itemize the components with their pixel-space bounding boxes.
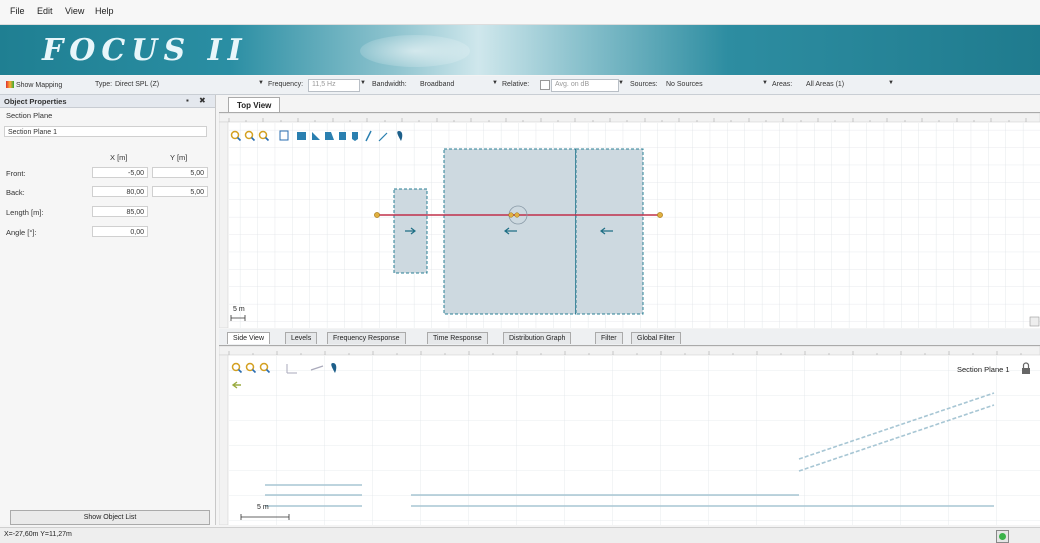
front-label: Front: bbox=[6, 169, 26, 178]
panel-header: Object Properties ▪ ✖ bbox=[0, 95, 215, 108]
mapping-toolbar: Show Mapping Type: Direct SPL (Z) ▼ Freq… bbox=[0, 76, 1040, 95]
relative-label: Relative: bbox=[502, 81, 530, 88]
bottom-tab-bar: Side View Levels Frequency Response Time… bbox=[219, 329, 1040, 346]
areas-label: Areas: bbox=[772, 81, 793, 88]
tab-levels[interactable]: Levels bbox=[285, 332, 318, 344]
menu-help[interactable]: Help bbox=[95, 6, 114, 16]
front-x-field[interactable]: -5,00 bbox=[92, 167, 148, 178]
show-object-list-button[interactable]: Show Object List bbox=[10, 510, 210, 525]
side-scale-label: 5 m bbox=[257, 504, 269, 511]
section-back-handle[interactable] bbox=[657, 212, 663, 218]
tab-filter[interactable]: Filter bbox=[595, 332, 623, 344]
tab-top-view[interactable]: Top View bbox=[228, 97, 280, 112]
type-label: Type: bbox=[95, 81, 113, 88]
left-ruler bbox=[218, 121, 229, 329]
tab-side-view[interactable]: Side View bbox=[227, 332, 271, 344]
pin-icon[interactable]: ▪ bbox=[186, 96, 189, 105]
object-properties-panel: Object Properties ▪ ✖ Section Plane Sect… bbox=[0, 95, 216, 525]
close-icon[interactable]: ✖ bbox=[199, 96, 206, 105]
menu-file[interactable]: File bbox=[10, 6, 25, 16]
length-field[interactable]: 85,00 bbox=[92, 206, 148, 217]
tab-distribution-graph[interactable]: Distribution Graph bbox=[503, 332, 572, 344]
side-left-ruler bbox=[218, 354, 229, 526]
frequency-dropdown-icon[interactable]: ▼ bbox=[360, 80, 366, 86]
type-value[interactable]: Direct SPL (Z) bbox=[115, 81, 159, 88]
side-view-canvas[interactable]: Section Plane 1 5 m bbox=[218, 345, 1040, 526]
side-view-drawing bbox=[218, 345, 1040, 526]
top-view-drawing bbox=[218, 112, 1040, 329]
bandwidth-value[interactable]: Broadband bbox=[420, 81, 454, 88]
section-front-handle[interactable] bbox=[374, 212, 380, 218]
side-top-ruler bbox=[218, 345, 1040, 356]
relative-dropdown-icon[interactable]: ▼ bbox=[618, 80, 624, 86]
top-ruler bbox=[218, 112, 1040, 123]
status-bar: X=-27,60m Y=11,27m bbox=[0, 527, 1040, 543]
corner-resize-icon[interactable] bbox=[1029, 316, 1040, 327]
rectangle-tool-icon bbox=[297, 132, 306, 140]
back-x-field[interactable]: 80,00 bbox=[92, 186, 148, 197]
section-type-label: Section Plane bbox=[6, 111, 53, 120]
front-y-field[interactable]: 5,00 bbox=[152, 167, 208, 178]
relative-checkbox[interactable] bbox=[540, 80, 550, 90]
side-section-name: Section Plane 1 bbox=[957, 365, 1010, 374]
polygon-tool-icon bbox=[339, 132, 346, 140]
section-mid-handle-a[interactable] bbox=[508, 212, 514, 218]
cursor-coordinates: X=-27,60m Y=11,27m bbox=[4, 531, 72, 538]
angle-label: Angle [°]: bbox=[6, 228, 37, 237]
top-view-scale-label: 5 m bbox=[233, 306, 245, 313]
back-y-field[interactable]: 5,00 bbox=[152, 186, 208, 197]
show-mapping-label: Show Mapping bbox=[15, 82, 63, 89]
side-grid bbox=[229, 356, 1040, 525]
frequency-value: 11,5 Hz bbox=[312, 81, 336, 88]
back-label: Back: bbox=[6, 188, 25, 197]
areas-dropdown-icon[interactable]: ▼ bbox=[888, 80, 894, 86]
relative-value: Avg. on dB bbox=[555, 81, 590, 88]
tab-frequency-response[interactable]: Frequency Response bbox=[327, 332, 406, 344]
bandwidth-label: Bandwidth: bbox=[372, 81, 407, 88]
top-view-canvas[interactable]: 5 m bbox=[218, 112, 1040, 329]
status-ok-icon bbox=[999, 533, 1006, 540]
section-name-field[interactable]: Section Plane 1 bbox=[4, 126, 207, 137]
app-logo: FOCUS II bbox=[42, 33, 248, 68]
angle-field[interactable]: 0,00 bbox=[92, 226, 148, 237]
status-indicator-frame[interactable] bbox=[996, 530, 1009, 543]
col-x-header: X [m] bbox=[110, 153, 128, 162]
tab-time-response[interactable]: Time Response bbox=[427, 332, 488, 344]
show-mapping-button[interactable]: Show Mapping bbox=[6, 81, 62, 89]
banner-graphic bbox=[360, 35, 470, 67]
mapping-icon bbox=[6, 81, 14, 88]
menu-bar: File Edit View Help bbox=[0, 0, 1040, 25]
section-mid-handle-b[interactable] bbox=[514, 212, 520, 218]
menu-edit[interactable]: Edit bbox=[37, 6, 53, 16]
app-banner: FOCUS II bbox=[0, 25, 1040, 75]
sources-dropdown-icon[interactable]: ▼ bbox=[762, 80, 768, 86]
bandwidth-dropdown-icon[interactable]: ▼ bbox=[492, 80, 498, 86]
frequency-label: Frequency: bbox=[268, 81, 304, 88]
col-y-header: Y [m] bbox=[170, 153, 188, 162]
areas-value[interactable]: All Areas (1) bbox=[806, 81, 844, 88]
panel-title: Object Properties bbox=[4, 97, 67, 106]
type-dropdown-icon[interactable]: ▼ bbox=[258, 80, 264, 86]
length-label: Length [m]: bbox=[6, 208, 44, 217]
tab-global-filter[interactable]: Global Filter bbox=[631, 332, 681, 344]
menu-view[interactable]: View bbox=[65, 6, 84, 16]
sources-label: Sources: bbox=[630, 81, 658, 88]
sources-value[interactable]: No Sources bbox=[666, 81, 703, 88]
